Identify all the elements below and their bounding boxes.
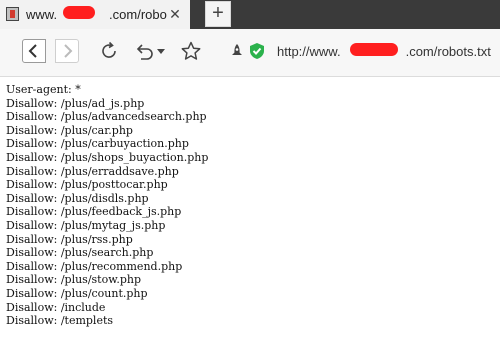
refresh-button[interactable] (98, 40, 120, 62)
robots-line: Disallow: /plus/ad_js.php (6, 96, 145, 110)
robots-line: Disallow: /templets (6, 314, 114, 328)
robots-line: Disallow: /plus/shops_buyaction.php (6, 150, 209, 164)
robots-line: Disallow: /plus/posttocar.php (6, 178, 168, 192)
new-tab-button[interactable]: + (205, 1, 231, 27)
robots-line: Disallow: /plus/search.php (6, 246, 154, 260)
tab-title: www. .com/robo (26, 7, 167, 22)
robots-line: Disallow: /plus/feedback_js.php (6, 205, 182, 219)
chevron-left-icon (28, 44, 37, 58)
robots-line: Disallow: /plus/car.php (6, 123, 133, 137)
undo-button[interactable] (133, 40, 155, 62)
redaction-mark (63, 6, 95, 19)
robots-line: Disallow: /plus/disdls.php (6, 191, 149, 205)
robots-line: Disallow: /include (6, 300, 106, 314)
chevron-right-icon (64, 44, 73, 58)
robots-line: Disallow: /plus/erraddsave.php (6, 164, 179, 178)
robots-line: User-agent: * (6, 83, 81, 96)
robots-line: Disallow: /plus/carbuyaction.php (6, 137, 189, 151)
browser-toolbar: http://www. .com/robots.txt (0, 29, 500, 77)
robots-line: Disallow: /plus/rss.php (6, 232, 133, 246)
tab-close-icon[interactable]: ✕ (166, 5, 184, 23)
refresh-icon (102, 41, 116, 58)
back-button[interactable] (22, 39, 46, 63)
robots-line: Disallow: /plus/count.php (6, 286, 148, 300)
tab-strip: www. .com/robo ✕ + (0, 0, 500, 29)
robots-txt-content: User-agent: * Disallow: /plus/ad_js.php … (6, 83, 496, 340)
star-icon (181, 41, 201, 60)
forward-button[interactable] (55, 39, 79, 63)
rocket-icon[interactable] (229, 43, 245, 59)
robots-line: Disallow: /plus/advancedsearch.php (6, 110, 207, 124)
robots-line: Disallow: /plus/mytag_js.php (6, 218, 166, 232)
tab-active[interactable]: www. .com/robo ✕ (0, 0, 190, 29)
undo-icon (136, 44, 153, 60)
robots-line: Disallow: /plus/recommend.php (6, 259, 183, 273)
shield-check-icon[interactable] (248, 42, 266, 60)
robots-line: Disallow: /plus/stow.php (6, 273, 141, 287)
chevron-down-icon[interactable] (157, 49, 165, 55)
redaction-mark (350, 43, 398, 56)
bookmark-button[interactable] (180, 40, 202, 62)
page-favicon-icon (6, 7, 19, 21)
